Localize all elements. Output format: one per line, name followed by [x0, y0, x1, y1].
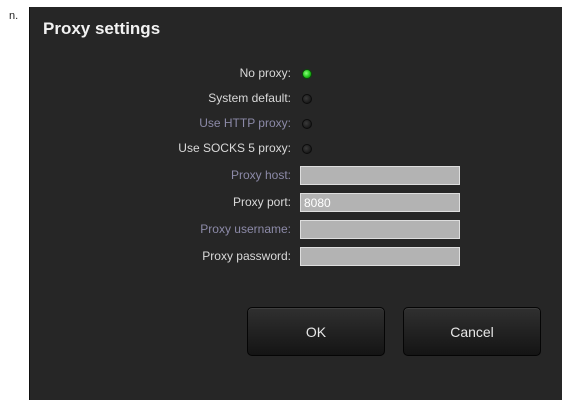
option-http-proxy-label: Use HTTP proxy:	[199, 116, 291, 130]
ok-button[interactable]: OK	[247, 307, 385, 356]
proxy-port-row: Proxy port:	[30, 192, 562, 214]
proxy-username-input[interactable]	[300, 220, 460, 239]
proxy-port-label: Proxy port:	[232, 195, 291, 209]
proxy-password-label: Proxy password:	[202, 249, 291, 263]
option-no-proxy-label: No proxy:	[239, 66, 291, 80]
socks5-proxy-radio[interactable]	[302, 144, 312, 154]
proxy-settings-dialog: Proxy settings No proxy: System default:…	[29, 7, 562, 400]
proxy-host-input[interactable]	[300, 166, 460, 185]
proxy-password-row: Proxy password:	[30, 246, 562, 268]
option-no-proxy[interactable]: No proxy:	[30, 63, 562, 85]
proxy-host-label: Proxy host:	[230, 168, 291, 182]
option-socks5-proxy-label: Use SOCKS 5 proxy:	[178, 141, 291, 155]
system-default-radio[interactable]	[302, 94, 312, 104]
proxy-host-row: Proxy host:	[30, 165, 562, 187]
cancel-button[interactable]: Cancel	[403, 307, 541, 356]
proxy-username-row: Proxy username:	[30, 219, 562, 241]
proxy-port-input[interactable]	[300, 193, 460, 212]
proxy-username-label: Proxy username:	[200, 222, 291, 236]
option-http-proxy[interactable]: Use HTTP proxy:	[30, 113, 562, 135]
option-system-default-label: System default:	[208, 91, 291, 105]
option-socks5-proxy[interactable]: Use SOCKS 5 proxy:	[30, 138, 562, 160]
option-system-default[interactable]: System default:	[30, 88, 562, 110]
corner-mark: n.	[9, 10, 19, 22]
no-proxy-radio[interactable]	[302, 69, 312, 79]
proxy-password-input[interactable]	[300, 247, 460, 266]
http-proxy-radio[interactable]	[302, 119, 312, 129]
dialog-title: Proxy settings	[43, 19, 161, 38]
